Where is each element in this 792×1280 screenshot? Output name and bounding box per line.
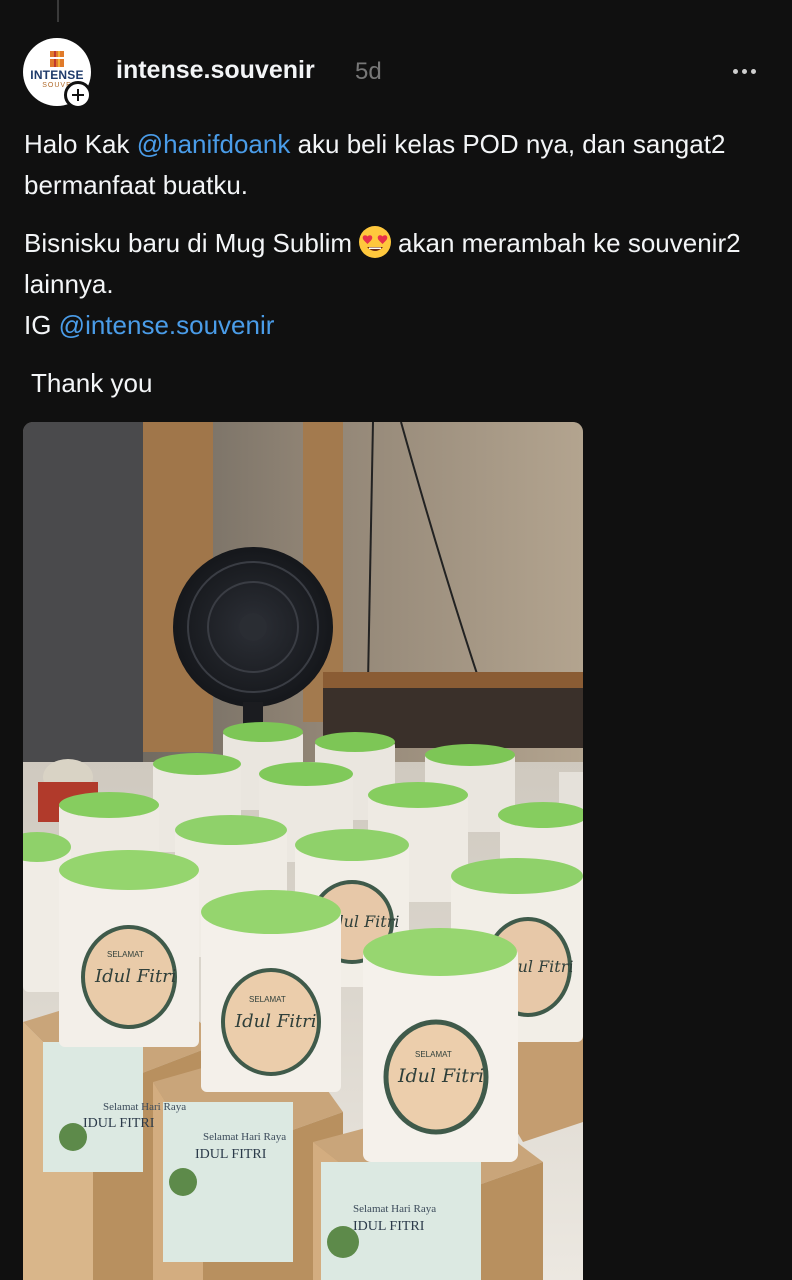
svg-text:Idul Fitri: Idul Fitri	[234, 1011, 317, 1032]
post-time[interactable]: 5d	[355, 58, 382, 86]
thread-connector-line	[57, 0, 59, 22]
box-text-small: Selamat Hari Raya	[353, 1203, 436, 1215]
svg-text:SELAMAT: SELAMAT	[415, 1050, 452, 1059]
brand-logo-icon	[50, 51, 64, 67]
mention-link[interactable]: @hanifdoank	[137, 129, 291, 159]
post-paragraph-2: Bisnisku baru di Mug Sublim akan meramba…	[24, 223, 744, 346]
svg-text:SELAMAT: SELAMAT	[249, 995, 286, 1004]
heart-eyes-emoji-icon	[359, 226, 392, 259]
username[interactable]: intense.souvenir	[116, 56, 315, 85]
svg-text:Idul Fitri: Idul Fitri	[94, 966, 177, 987]
post-image[interactable]: Selamat Hari Raya IDUL FITRI Selamat Har…	[23, 422, 583, 1280]
box-text-main: IDUL FITRI	[353, 1219, 425, 1234]
more-options-icon[interactable]	[733, 62, 763, 80]
box-text-small: Selamat Hari Raya	[103, 1101, 186, 1113]
post-paragraph-1: Halo Kak @hanifdoank aku beli kelas POD …	[24, 129, 726, 200]
box-text-small: Selamat Hari Raya	[203, 1131, 286, 1143]
post-body: Halo Kak @hanifdoank aku beli kelas POD …	[24, 124, 744, 404]
box-text-main: IDUL FITRI	[195, 1147, 267, 1162]
svg-text:SELAMAT: SELAMAT	[107, 950, 144, 959]
svg-text:Idul Fitri: Idul Fitri	[397, 1065, 484, 1087]
avatar-brand-text: INTENSE	[30, 68, 84, 82]
box-text-main: IDUL FITRI	[83, 1116, 155, 1131]
follow-button[interactable]	[64, 81, 92, 109]
mug-photo-illustration: Selamat Hari Raya IDUL FITRI Selamat Har…	[23, 422, 583, 1280]
mention-link[interactable]: @intense.souvenir	[59, 310, 275, 340]
post-paragraph-3: Thank you	[31, 368, 153, 398]
plus-icon	[72, 89, 84, 101]
